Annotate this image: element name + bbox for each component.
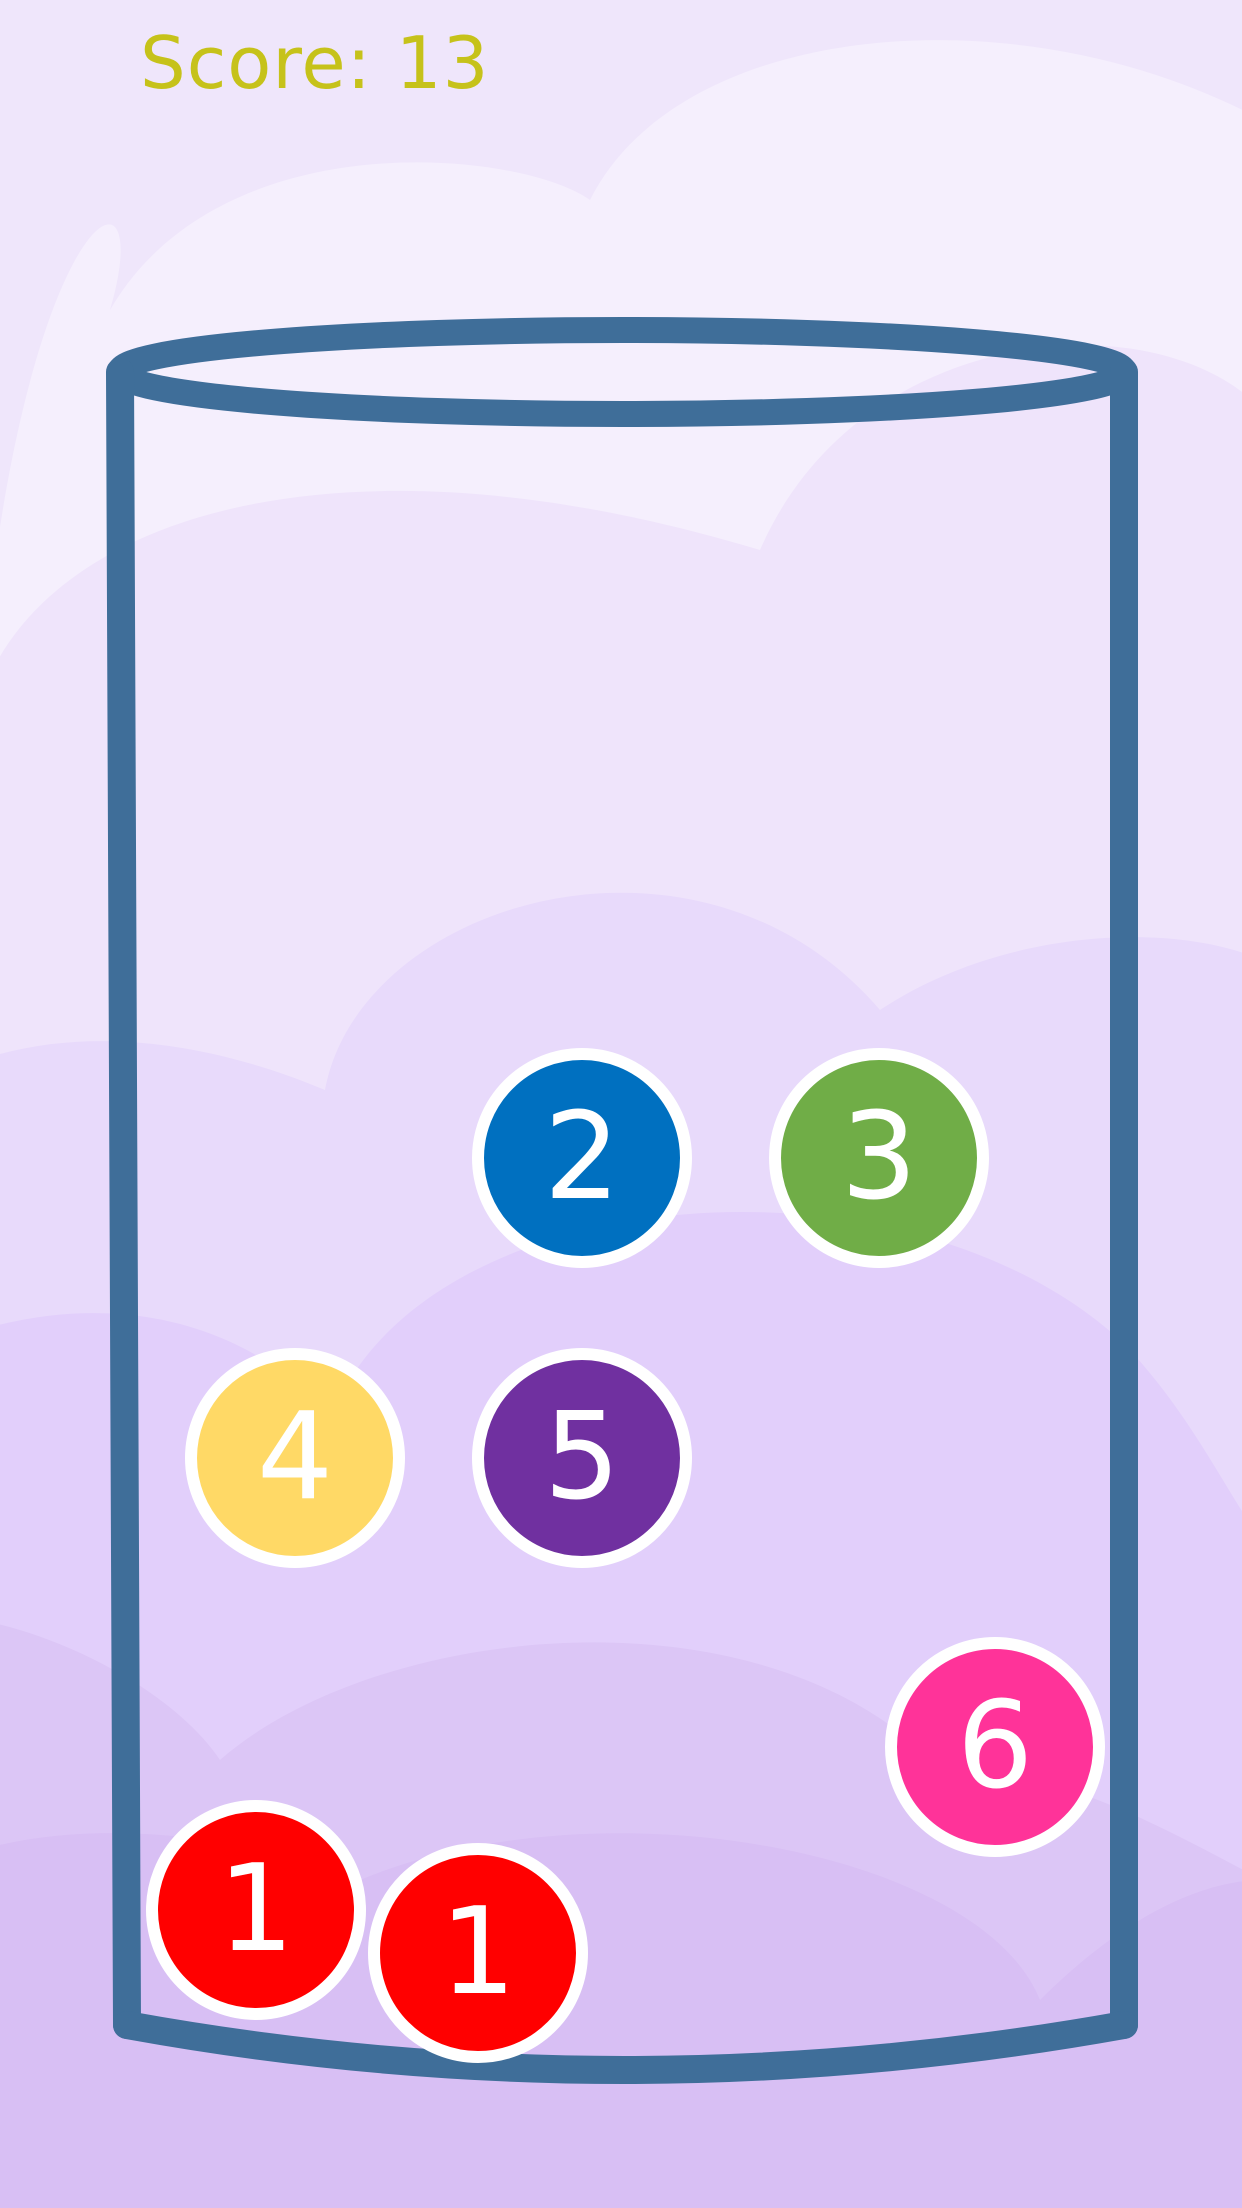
number-ball-6[interactable]: 6 [885,1637,1105,1857]
number-ball-1[interactable]: 1 [368,1843,588,2063]
ball-field: 2 3 4 5 6 1 1 [0,0,1242,2208]
number-ball-5[interactable]: 5 [472,1348,692,1568]
number-ball-3[interactable]: 3 [769,1048,989,1268]
number-ball-4[interactable]: 4 [185,1348,405,1568]
number-ball-1[interactable]: 1 [146,1800,366,2020]
number-ball-2[interactable]: 2 [472,1048,692,1268]
game-stage: Score: 13 2 3 4 5 6 1 1 [0,0,1242,2208]
